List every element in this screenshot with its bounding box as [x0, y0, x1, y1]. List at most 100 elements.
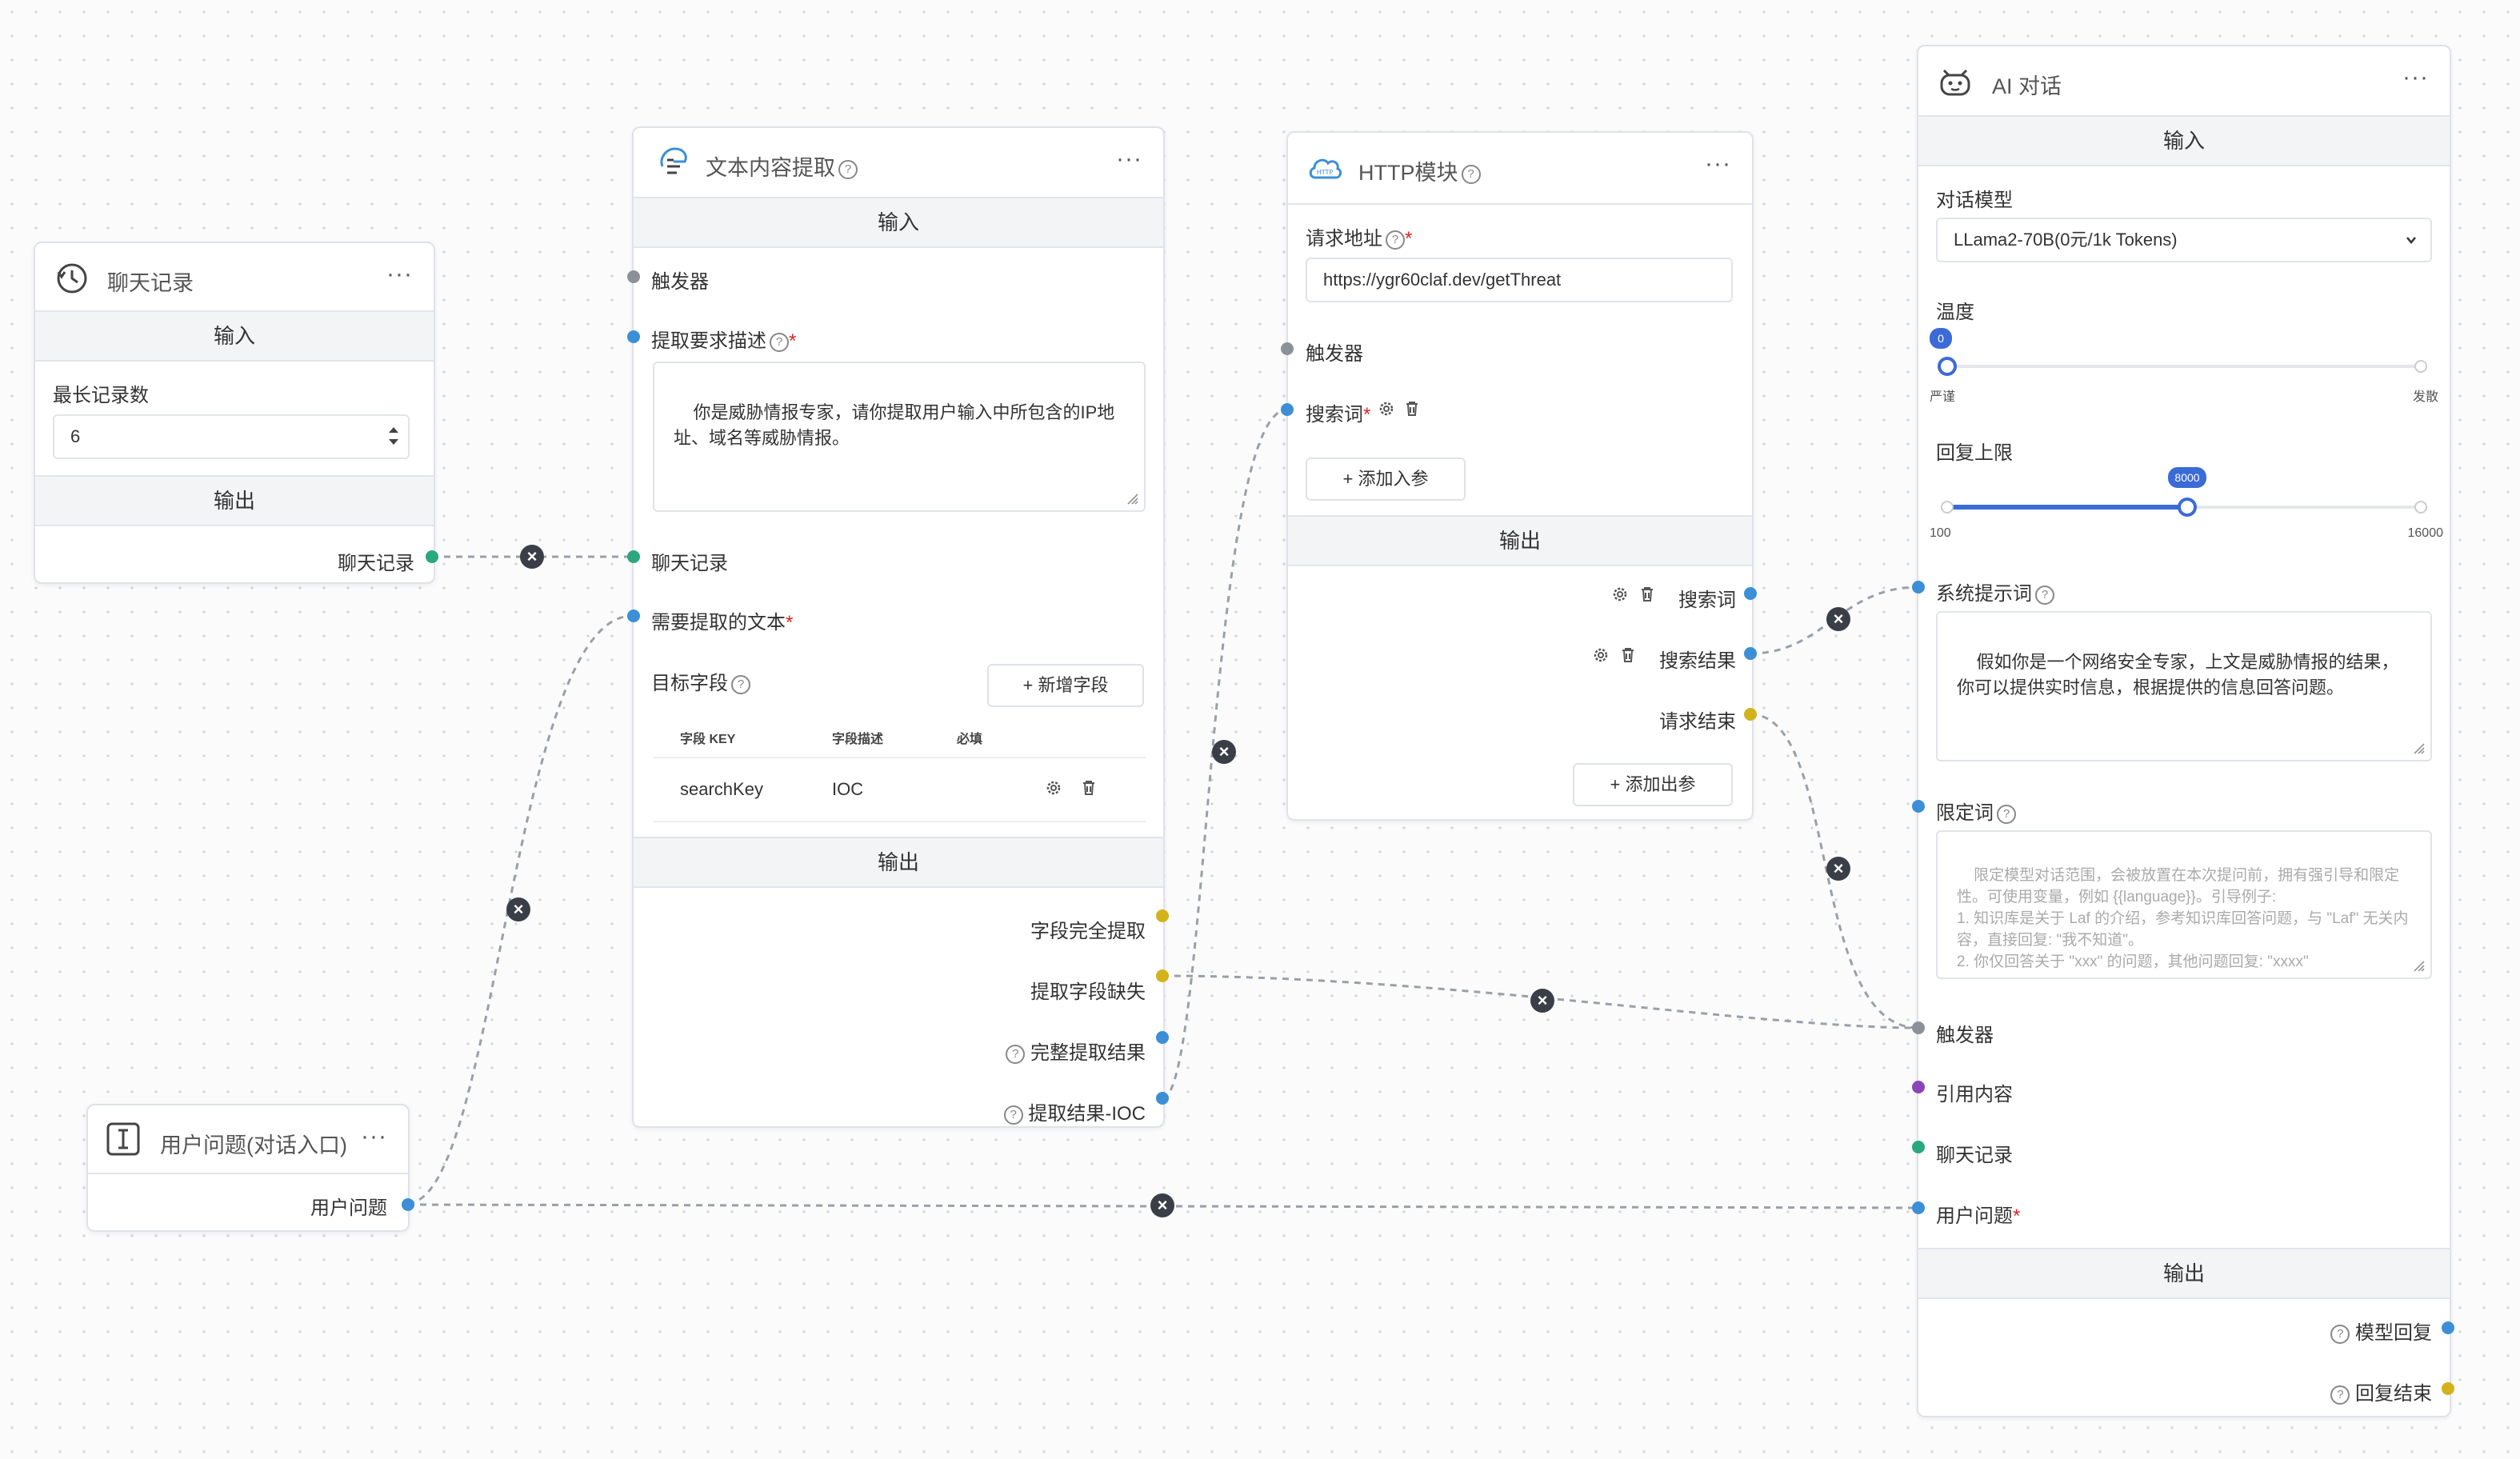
node-header[interactable]: AI 对话 ··· [1918, 46, 2450, 114]
model-label: 对话模型 [1936, 190, 2013, 211]
output-handle-question[interactable] [402, 1198, 414, 1211]
slider-end-cap [1941, 501, 1954, 514]
gear-icon[interactable] [1378, 400, 1395, 418]
output-handle-ioc[interactable] [1156, 1092, 1169, 1105]
url-input[interactable]: https://ygr60claf.dev/getThreat [1306, 258, 1733, 302]
resize-grip-icon[interactable] [2413, 742, 2426, 755]
history-label: 聊天记录 [651, 553, 728, 574]
help-icon[interactable]: ? [770, 332, 789, 352]
input-handle-quote[interactable] [1912, 1081, 1925, 1093]
node-title: 文本内容提取? [706, 150, 858, 182]
slider-end-cap [2414, 360, 2427, 373]
delete-wire-button[interactable]: × [1212, 740, 1236, 764]
delete-wire-button[interactable]: × [1530, 989, 1554, 1013]
help-icon[interactable]: ? [2330, 1385, 2350, 1405]
limit-textarea[interactable]: 限定模型对话范围，会被放置在本次提问前，拥有强引导和限定性。可使用变量，例如 {… [1936, 830, 2432, 979]
trash-icon[interactable] [1403, 400, 1421, 418]
text-extract-node[interactable]: 文本内容提取? ··· 输入 触发器 提取要求描述? * 你是威胁情报专家，请你提… [632, 126, 1165, 1128]
trash-icon[interactable] [1080, 779, 1098, 797]
ai-chat-node[interactable]: AI 对话 ··· 输入 对话模型 LLama2-70B(0元/1k Token… [1917, 45, 2451, 1417]
output-ioc-label: ? 提取结果-IOC [1001, 1097, 1146, 1125]
table-row[interactable]: searchKey IOC [653, 758, 1146, 821]
output-handle-model-reply[interactable] [2442, 1321, 2454, 1334]
help-icon[interactable]: ? [1997, 804, 2016, 824]
input-handle-limit[interactable] [1912, 800, 1925, 813]
svg-text:HTTP: HTTP [1317, 169, 1334, 176]
help-icon[interactable]: ? [731, 674, 750, 694]
output-handle-missing[interactable] [1156, 969, 1169, 982]
input-handle-trigger[interactable] [1281, 342, 1294, 355]
output-section-header: 输出 [1918, 1248, 2450, 1299]
input-handle-trigger[interactable] [627, 270, 640, 283]
delete-wire-button[interactable]: × [520, 545, 544, 569]
output-handle-complete-result[interactable] [1156, 1031, 1169, 1044]
input-handle-history[interactable] [627, 550, 640, 563]
temperature-min-label: 严谨 [1930, 390, 1956, 404]
more-menu-icon[interactable]: ··· [361, 1123, 387, 1150]
node-header[interactable]: 用户问题(对话入口) ··· [88, 1105, 408, 1173]
delete-wire-button[interactable]: × [506, 897, 530, 921]
resize-grip-icon[interactable] [2413, 960, 2426, 973]
help-icon[interactable]: ? [1003, 1105, 1023, 1125]
gear-icon[interactable] [1611, 586, 1629, 603]
help-icon[interactable]: ? [1386, 230, 1405, 250]
delete-wire-button[interactable]: × [1826, 607, 1850, 631]
gear-icon[interactable] [1592, 646, 1610, 664]
help-icon[interactable]: ? [1461, 164, 1481, 184]
input-handle-search[interactable] [1281, 403, 1294, 416]
node-header[interactable]: 聊天记录 ··· [35, 243, 434, 310]
table-header-required: 必填 [957, 733, 983, 746]
trash-icon[interactable] [1638, 586, 1656, 603]
more-menu-icon[interactable]: ··· [1705, 150, 1731, 178]
max-records-label: 最长记录数 [53, 385, 149, 406]
requirement-text: 你是威胁情报专家，请你提取用户输入中所包含的IP地址、域名等威胁情报。 [674, 402, 1115, 448]
help-icon[interactable]: ? [838, 159, 858, 179]
input-handle-system-prompt[interactable] [1912, 581, 1925, 594]
more-menu-icon[interactable]: ··· [386, 261, 413, 288]
input-handle-history[interactable] [1912, 1141, 1925, 1153]
search-param-label: 搜索词* [1306, 404, 1371, 426]
node-header[interactable]: HTTP HTTP模块? ··· [1288, 133, 1752, 200]
stepper-arrows-icon[interactable] [387, 424, 400, 448]
output-handle-search-result[interactable] [1744, 647, 1757, 660]
output-handle-search[interactable] [1744, 587, 1757, 600]
help-icon[interactable]: ? [1006, 1044, 1026, 1064]
output-handle-request-end[interactable] [1744, 708, 1757, 721]
temperature-slider-handle[interactable] [1938, 357, 1957, 376]
help-icon[interactable]: ? [2330, 1324, 2350, 1344]
input-handle-trigger[interactable] [1912, 1021, 1925, 1034]
delete-wire-button[interactable]: × [1826, 857, 1850, 881]
trash-icon[interactable] [1619, 646, 1637, 664]
more-menu-icon[interactable]: ··· [1116, 146, 1142, 173]
more-menu-icon[interactable]: ··· [2402, 64, 2429, 91]
input-handle-user-question[interactable] [1912, 1201, 1925, 1214]
node-header[interactable]: 文本内容提取? ··· [634, 128, 1163, 195]
max-reply-slider-handle[interactable] [2178, 498, 2197, 517]
chat-history-node[interactable]: 聊天记录 ··· 输入 最长记录数 6 输出 聊天记录 [34, 242, 435, 584]
output-handle-reply-end[interactable] [2442, 1382, 2454, 1395]
delete-wire-button[interactable]: × [1150, 1193, 1174, 1217]
add-input-param-button[interactable]: + 添加入参 [1306, 458, 1466, 501]
output-handle-history[interactable] [426, 550, 438, 563]
history-label: 聊天记录 [1936, 1145, 2013, 1166]
robot-icon [1940, 69, 1970, 96]
add-output-param-button[interactable]: + 添加出参 [1573, 763, 1733, 806]
output-section-header: 输出 [634, 837, 1163, 888]
model-select[interactable]: LLama2-70B(0元/1k Tokens) [1936, 218, 2432, 262]
requirement-textarea[interactable]: 你是威胁情报专家，请你提取用户输入中所包含的IP地址、域名等威胁情报。 [653, 362, 1146, 512]
gear-icon[interactable] [1045, 779, 1062, 797]
http-node[interactable]: HTTP HTTP模块? ··· 请求地址? * https://ygr60cla… [1286, 131, 1754, 821]
output-handle-full-extract[interactable] [1156, 909, 1169, 922]
input-handle-requirement[interactable] [627, 330, 640, 343]
node-title: 用户问题(对话入口) [160, 1133, 347, 1157]
max-records-stepper[interactable]: 6 [53, 414, 410, 459]
resize-grip-icon[interactable] [1126, 493, 1139, 506]
input-handle-source-text[interactable] [627, 610, 640, 622]
add-field-button[interactable]: + 新增字段 [987, 664, 1144, 707]
help-icon[interactable]: ? [2035, 585, 2054, 605]
url-value: https://ygr60claf.dev/getThreat [1323, 270, 1562, 290]
user-question-node[interactable]: 用户问题(对话入口) ··· 用户问题 [86, 1104, 410, 1232]
output-model-reply-label: ? 模型回复 [2327, 1317, 2432, 1345]
temperature-slider-track[interactable] [1947, 365, 2419, 368]
system-prompt-textarea[interactable]: 假如你是一个网络安全专家，上文是威胁情报的结果，你可以提供实时信息，根据提供的信… [1936, 611, 2432, 761]
